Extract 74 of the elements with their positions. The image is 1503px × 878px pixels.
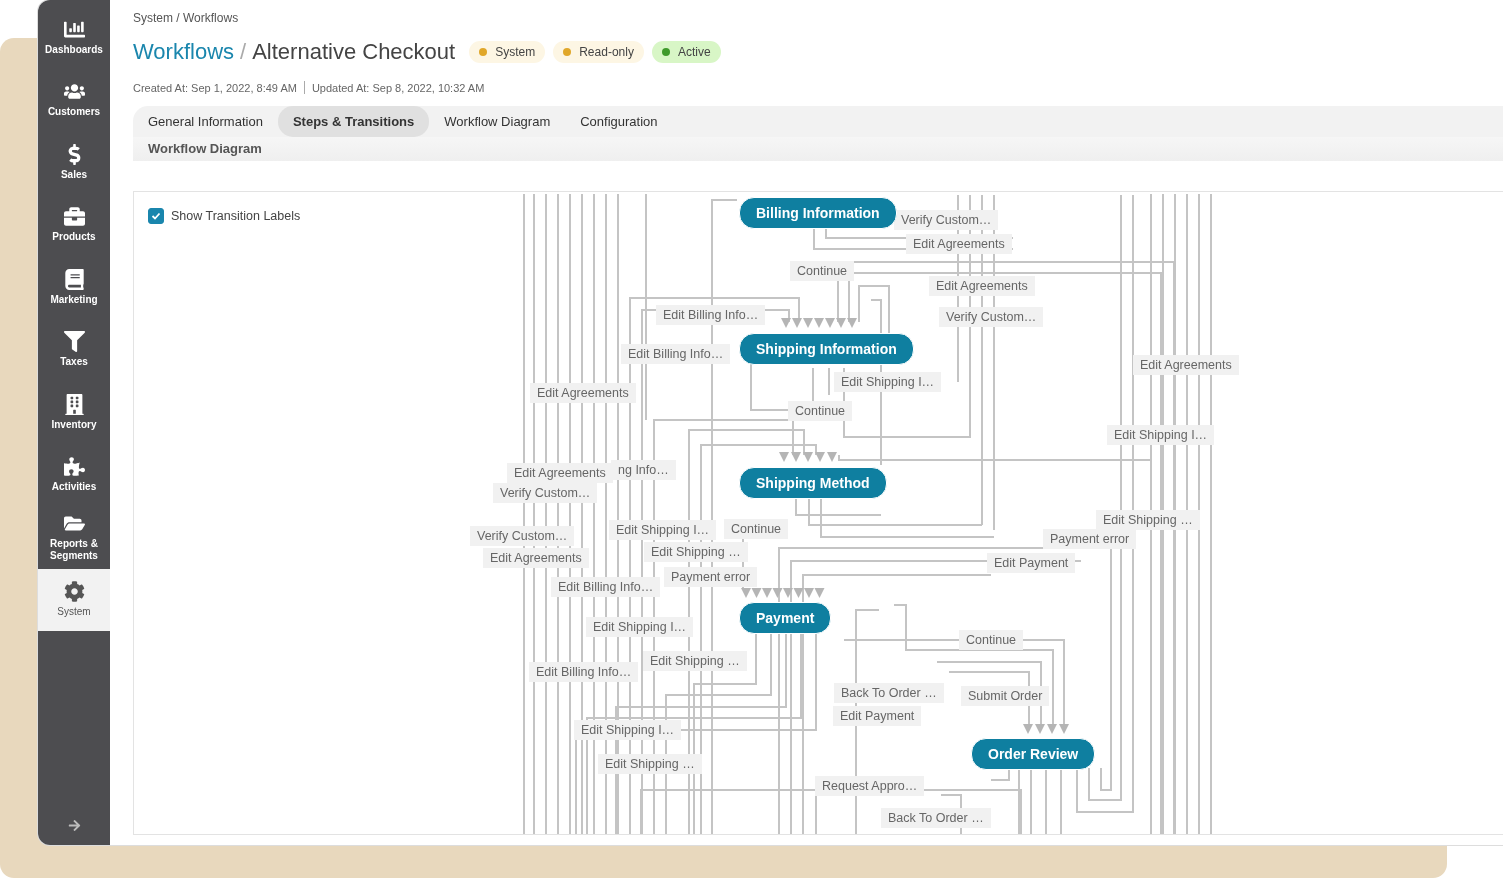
transition-label: Edit Shipping I… [834, 371, 942, 392]
transition-label: Edit Billing Info… [529, 661, 639, 682]
briefcase-icon [63, 206, 85, 228]
step-node[interactable]: Order Review [971, 737, 1096, 770]
transition-label: Verify Custom… [493, 482, 598, 503]
transition-label: Edit Agreements [906, 233, 1012, 254]
transition-label: Submit Order [961, 685, 1050, 706]
page-title: Workflows / Alternative Checkout [133, 38, 456, 65]
transition-label: Continue [959, 629, 1024, 650]
step-node[interactable]: Payment [739, 601, 832, 634]
transition-label: Edit Shipping … [644, 541, 748, 562]
sidebar-item[interactable]: Marketing [38, 256, 110, 319]
breadcrumb: System / Workflows [133, 11, 240, 27]
sidebar-item[interactable]: Activities [38, 443, 110, 506]
created-date: Created At: Sep 1, 2022, 8:49 AM [133, 81, 297, 94]
transition-label: Back To Order … [881, 807, 991, 828]
status-badge: System [469, 40, 546, 63]
transition-label: Continue [724, 518, 789, 539]
transition-label: Verify Custom… [939, 306, 1044, 327]
transition-label: Edit Shipping … [1096, 509, 1200, 530]
transition-label: Edit Shipping I… [586, 616, 694, 637]
sidebar-item[interactable]: Dashboards [38, 6, 110, 69]
transition-label: Edit Agreements [1133, 354, 1239, 375]
transition-label: Verify Custom… [894, 209, 999, 230]
settings-icon [63, 581, 85, 603]
sidebar-item[interactable]: Products [38, 193, 110, 256]
workflows-link[interactable]: Workflows [133, 38, 235, 64]
checkbox[interactable] [148, 207, 164, 224]
tab[interactable]: Configuration [565, 105, 673, 137]
transition-label: Edit Billing Info… [656, 304, 766, 325]
transition-label: Edit Payment [833, 705, 922, 726]
step-node[interactable]: Shipping Method [739, 466, 887, 499]
transition-label: Verify Custom… [470, 525, 575, 546]
transition-label: Edit Shipping I… [574, 719, 682, 740]
sidebar-item[interactable]: System [38, 568, 110, 631]
status-badge: Active [651, 40, 721, 63]
transition-label: Edit Agreements [483, 547, 589, 568]
transition-label: Payment error [1043, 528, 1137, 549]
checkbox-label: Show Transition Labels [171, 208, 301, 223]
sidebar-item[interactable]: Sales [38, 131, 110, 194]
funnel-icon [63, 331, 85, 353]
expand-arrow-icon[interactable] [67, 818, 81, 832]
transition-label: Back To Order … [834, 682, 944, 703]
transition-label: Continue [790, 260, 855, 281]
book-icon [63, 268, 85, 290]
transition-label: Edit Agreements [507, 462, 613, 483]
step-node[interactable]: Shipping Information [739, 332, 914, 365]
section-title: Workflow Diagram [133, 136, 1503, 161]
transition-label: Edit Billing Info… [621, 343, 731, 364]
transition-label: Edit Agreements [929, 275, 1035, 296]
status-badge: Read-only [553, 40, 644, 63]
building-icon [63, 393, 85, 415]
sidebar-item[interactable]: Customers [38, 68, 110, 131]
sidebar-item[interactable]: Taxes [38, 318, 110, 381]
tab[interactable]: Workflow Diagram [429, 105, 566, 137]
transition-label: Continue [788, 400, 853, 421]
puzzle-icon [63, 456, 85, 478]
transition-label: Edit Agreements [530, 382, 636, 403]
transition-label: Edit Shipping I… [1107, 424, 1215, 445]
step-node[interactable]: Billing Information [739, 196, 897, 229]
check-icon [151, 210, 161, 221]
transition-label: Request Appro… [815, 775, 925, 796]
updated-date: Updated At: Sep 8, 2022, 10:32 AM [311, 81, 485, 94]
transition-label: Edit Billing Info… [551, 576, 661, 597]
transition-label: Payment error [664, 566, 758, 587]
tab[interactable]: Steps & Transitions [277, 105, 430, 137]
transition-label: Edit Shipping I… [609, 519, 717, 540]
transition-label: ng Info… [611, 459, 676, 480]
tab[interactable]: General Information [133, 105, 278, 137]
transition-label: Edit Shipping … [643, 650, 747, 671]
sidebar-item[interactable]: Reports & Segments [38, 506, 110, 569]
transition-label: Edit Payment [987, 552, 1076, 573]
sidebar-item[interactable]: Inventory [38, 381, 110, 444]
transition-label: Edit Shipping … [598, 753, 702, 774]
